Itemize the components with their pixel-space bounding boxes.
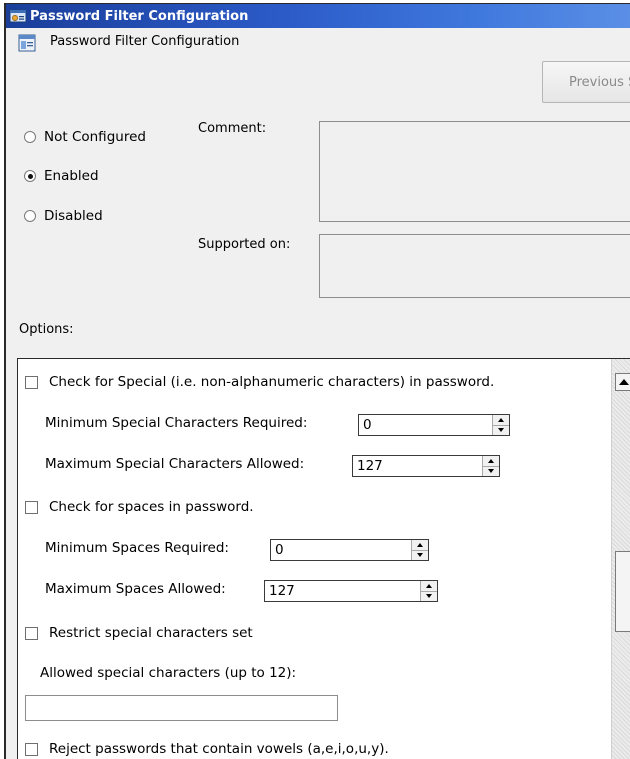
spin-up-icon[interactable] bbox=[493, 415, 509, 426]
checkbox-label: Check for Special (i.e. non-alphanumeric… bbox=[49, 374, 495, 390]
spin-down-icon[interactable] bbox=[483, 466, 499, 476]
checkbox[interactable] bbox=[25, 742, 38, 756]
max-special-spinner[interactable]: 127 bbox=[352, 455, 500, 477]
radio-enabled[interactable]: Enabled bbox=[24, 168, 99, 184]
checkbox-label: Restrict special characters set bbox=[49, 625, 253, 641]
checkbox[interactable] bbox=[25, 375, 38, 389]
radio-disabled[interactable]: Disabled bbox=[24, 208, 103, 224]
options-scrollbar[interactable] bbox=[611, 359, 630, 759]
radio-not-configured[interactable]: Not Configured bbox=[24, 129, 146, 145]
allowed-special-input[interactable] bbox=[25, 695, 338, 721]
min-special-label: Minimum Special Characters Required: bbox=[45, 415, 308, 431]
policy-setting-icon bbox=[18, 34, 36, 52]
max-spaces-value[interactable]: 127 bbox=[265, 583, 437, 599]
restrict-special-option[interactable]: Restrict special characters set bbox=[25, 625, 253, 641]
checkbox[interactable] bbox=[25, 626, 38, 640]
radio-label: Not Configured bbox=[44, 129, 146, 145]
radio-circle[interactable] bbox=[24, 170, 36, 182]
radio-circle[interactable] bbox=[24, 210, 36, 222]
check-special-option[interactable]: Check for Special (i.e. non-alphanumeric… bbox=[25, 374, 494, 390]
spin-up-icon[interactable] bbox=[421, 581, 437, 592]
spin-down-icon[interactable] bbox=[421, 591, 437, 601]
window-title: Password Filter Configuration bbox=[30, 8, 249, 24]
previous-setting-button[interactable]: Previous S bbox=[542, 61, 630, 103]
radio-circle[interactable] bbox=[24, 131, 36, 143]
spin-up-icon[interactable] bbox=[412, 540, 428, 551]
spin-up-icon[interactable] bbox=[483, 456, 499, 467]
min-spaces-spinner[interactable]: 0 bbox=[270, 539, 429, 561]
min-special-value[interactable]: 0 bbox=[359, 417, 509, 433]
checkbox-label: Reject passwords that contain vowels (a,… bbox=[49, 741, 389, 757]
max-special-value[interactable]: 127 bbox=[353, 458, 499, 474]
policy-app-icon bbox=[9, 9, 27, 23]
comment-box[interactable] bbox=[319, 121, 630, 222]
supported-on-box bbox=[319, 234, 630, 298]
title-bar: Password Filter Configuration bbox=[6, 4, 630, 28]
check-spaces-option[interactable]: Check for spaces in password. bbox=[25, 499, 254, 515]
radio-label: Disabled bbox=[44, 208, 103, 224]
scroll-up-icon[interactable] bbox=[615, 373, 630, 391]
scrollbar-thumb[interactable] bbox=[615, 551, 630, 632]
max-spaces-label: Maximum Spaces Allowed: bbox=[45, 581, 226, 597]
min-spaces-label: Minimum Spaces Required: bbox=[45, 540, 229, 556]
supported-on-label: Supported on: bbox=[198, 237, 291, 252]
checkbox[interactable] bbox=[25, 500, 38, 514]
min-special-spinner[interactable]: 0 bbox=[358, 414, 510, 436]
max-special-label: Maximum Special Characters Allowed: bbox=[45, 456, 305, 472]
checkbox-label: Check for spaces in password. bbox=[49, 499, 254, 515]
radio-label: Enabled bbox=[44, 168, 99, 184]
allowed-special-label: Allowed special characters (up to 12): bbox=[40, 665, 297, 681]
reject-vowels-option[interactable]: Reject passwords that contain vowels (a,… bbox=[25, 741, 389, 757]
setting-title: Password Filter Configuration bbox=[50, 34, 240, 49]
policy-window: Password Filter Configuration Password F… bbox=[4, 3, 630, 759]
spin-down-icon[interactable] bbox=[493, 425, 509, 435]
options-panel: Check for Special (i.e. non-alphanumeric… bbox=[17, 358, 630, 759]
spin-down-icon[interactable] bbox=[412, 550, 428, 560]
max-spaces-spinner[interactable]: 127 bbox=[264, 580, 438, 602]
min-spaces-value[interactable]: 0 bbox=[271, 542, 428, 558]
options-label: Options: bbox=[19, 322, 74, 337]
comment-label: Comment: bbox=[198, 121, 267, 136]
